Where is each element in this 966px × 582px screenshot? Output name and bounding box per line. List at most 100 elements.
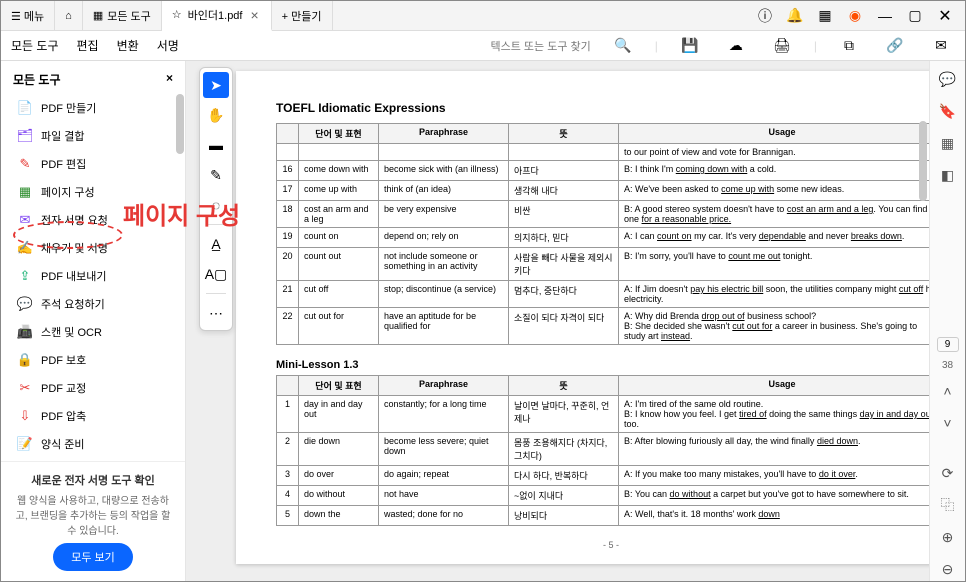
sidebar-item-icon: ✍ bbox=[17, 240, 33, 256]
menu-edit[interactable]: 편집 bbox=[77, 37, 99, 54]
sidebar-item-icon: 📄 bbox=[17, 100, 33, 116]
sidebar-item-label: 양식 준비 bbox=[41, 436, 85, 452]
sidebar-item-5[interactable]: ✍ 채우기 및 서명 bbox=[1, 234, 185, 262]
page-total: 38 bbox=[942, 360, 953, 371]
promo-body: 웹 양식을 사용하고, 대량으로 전송하고, 브랜딩을 추가하는 등의 작업을 … bbox=[15, 492, 171, 537]
table-1: 단어 및 표현Paraphrase뜻Usage to our point of … bbox=[276, 123, 929, 345]
sidebar-item-1[interactable]: 🗂 파일 결합 bbox=[1, 122, 185, 150]
share-icon[interactable]: ⧉ bbox=[835, 32, 863, 60]
sidebar-item-label: 전자 서명 요청 bbox=[41, 212, 108, 228]
sidebar-item-icon: 🔒 bbox=[17, 352, 33, 368]
sidebar-item-icon: ✂ bbox=[17, 380, 33, 396]
sidebar-promo: 새로운 전자 서명 도구 확인 웹 양식을 사용하고, 대량으로 전송하고, 브… bbox=[1, 461, 185, 581]
text-select-icon[interactable]: A▢ bbox=[203, 261, 229, 287]
select-tool-icon[interactable]: ➤ bbox=[203, 72, 229, 98]
sidebar-item-9[interactable]: 🔒 PDF 보호 bbox=[1, 346, 185, 374]
draw-tool-icon[interactable]: ✎ bbox=[203, 162, 229, 188]
erase-tool-icon[interactable]: ◌ bbox=[203, 192, 229, 218]
close-window-button[interactable]: ✕ bbox=[931, 2, 959, 30]
sidebar-item-label: PDF 압축 bbox=[41, 408, 86, 424]
sidebar-item-10[interactable]: ✂PDF 교정 bbox=[1, 374, 185, 402]
table-row: 2die downbecome less severe; quiet down몸… bbox=[277, 433, 930, 466]
document-view[interactable]: TOEFL Idiomatic Expressions 단어 및 표현Parap… bbox=[186, 61, 929, 581]
help-icon[interactable]: ⓘ bbox=[751, 2, 779, 30]
sidebar-item-icon: 📠 bbox=[17, 324, 33, 340]
sub-heading: Mini-Lesson 1.3 bbox=[276, 359, 929, 371]
page-number: - 5 - bbox=[276, 540, 929, 550]
doc-scrollbar[interactable] bbox=[917, 61, 929, 581]
sidebar-item-6[interactable]: ⇪PDF 내보내기 bbox=[1, 262, 185, 290]
menu-convert[interactable]: 변환 bbox=[117, 37, 139, 54]
sidebar-item-2[interactable]: ✎ PDF 편집 bbox=[1, 150, 185, 178]
all-tools-tab[interactable]: ▦ 모든 도구 bbox=[83, 1, 162, 31]
highlight-tool-icon[interactable]: ▬ bbox=[203, 132, 229, 158]
sidebar-item-icon: 📝 bbox=[17, 436, 33, 452]
sidebar-item-label: 채우기 및 서명 bbox=[41, 240, 108, 256]
table-row: 17come up withthink of (an idea)생각해 내다A:… bbox=[277, 181, 930, 201]
zoom-in-icon[interactable]: ⊕ bbox=[936, 525, 960, 549]
sidebar-item-8[interactable]: 📠 스캔 및 OCR bbox=[1, 318, 185, 346]
sidebar-scrollbar[interactable] bbox=[175, 94, 185, 461]
cloud-upload-icon[interactable]: ☁ bbox=[722, 32, 750, 60]
work-area: 모든 도구 × 📄PDF 만들기🗂파일 결합✎PDF 편집▦페이지 구성✉전자 … bbox=[1, 61, 965, 581]
layers-icon[interactable]: ◧ bbox=[936, 163, 960, 187]
sidebar-item-13[interactable]: ⇄PDF로 변환 bbox=[1, 458, 185, 461]
text-tool-icon[interactable]: A̲ bbox=[203, 231, 229, 257]
link-icon[interactable]: 🔗 bbox=[881, 32, 909, 60]
sidebar: 모든 도구 × 📄PDF 만들기🗂파일 결합✎PDF 편집▦페이지 구성✉전자 … bbox=[1, 61, 186, 581]
sidebar-item-0[interactable]: 📄 PDF 만들기 bbox=[1, 94, 185, 122]
sidebar-item-label: 파일 결합 bbox=[41, 128, 85, 144]
star-icon: ☆ bbox=[172, 8, 182, 21]
sidebar-item-icon: ✎ bbox=[17, 156, 33, 172]
hand-tool-icon[interactable]: ✋ bbox=[203, 102, 229, 128]
print-icon[interactable]: 🖨 bbox=[768, 32, 796, 60]
sidebar-item-3[interactable]: ▦ 페이지 구성 bbox=[1, 178, 185, 206]
tab-close-button[interactable]: × bbox=[248, 7, 260, 23]
bookmark-icon[interactable]: 🔖 bbox=[936, 99, 960, 123]
page-indicator[interactable]: 9 bbox=[937, 337, 959, 352]
sidebar-item-label: 스캔 및 OCR bbox=[41, 324, 102, 340]
table-row: 5down thewasted; done for no낭비되다A: Well,… bbox=[277, 506, 930, 526]
sidebar-item-label: PDF 편집 bbox=[41, 156, 86, 172]
page-fit-icon[interactable]: ⿻ bbox=[936, 493, 960, 517]
rotate-icon[interactable]: ⟳ bbox=[936, 461, 960, 485]
zoom-out-icon[interactable]: ⊖ bbox=[936, 557, 960, 581]
profile-icon[interactable]: ◉ bbox=[841, 2, 869, 30]
menu-button[interactable]: ☰ 메뉴 bbox=[1, 1, 55, 31]
nav-down-icon[interactable]: ˅ bbox=[936, 411, 960, 435]
sidebar-item-11[interactable]: ⇩PDF 압축 bbox=[1, 402, 185, 430]
minimize-button[interactable]: — bbox=[871, 2, 899, 30]
save-icon[interactable]: 💾 bbox=[676, 32, 704, 60]
home-button[interactable]: ⌂ bbox=[55, 1, 83, 31]
promo-button[interactable]: 모두 보기 bbox=[53, 543, 133, 571]
comment-icon[interactable]: 💬 bbox=[936, 67, 960, 91]
nav-up-icon[interactable]: ˄ bbox=[936, 379, 960, 403]
search-icon[interactable]: 🔍 bbox=[609, 32, 637, 60]
sidebar-item-label: 페이지 구성 bbox=[41, 184, 95, 200]
bell-icon[interactable]: 🔔 bbox=[781, 2, 809, 30]
sidebar-close-button[interactable]: × bbox=[166, 71, 173, 88]
sidebar-item-label: PDF 만들기 bbox=[41, 100, 96, 116]
sidebar-item-12[interactable]: 📝 양식 준비 bbox=[1, 430, 185, 458]
sidebar-item-4[interactable]: ✉전자 서명 요청 bbox=[1, 206, 185, 234]
apps-icon[interactable]: ▦ bbox=[811, 2, 839, 30]
table-row: 21cut offstop; discontinue (a service)멈추… bbox=[277, 281, 930, 308]
thumbnails-icon[interactable]: ▦ bbox=[936, 131, 960, 155]
document-tab-label: 바인더1.pdf bbox=[188, 7, 243, 23]
sidebar-item-icon: ▦ bbox=[17, 184, 33, 200]
menu-all-tools[interactable]: 모든 도구 bbox=[11, 37, 59, 54]
table-row: to our point of view and vote for Branni… bbox=[277, 144, 930, 161]
maximize-button[interactable]: ▢ bbox=[901, 2, 929, 30]
sidebar-item-label: PDF 보호 bbox=[41, 352, 86, 368]
more-tools-icon[interactable]: ⋯ bbox=[203, 300, 229, 326]
table-row: 19count ondepend on; rely on의지하다, 믿다A: I… bbox=[277, 228, 930, 248]
table-row: 4do withoutnot have~없이 지내다B: You can do … bbox=[277, 486, 930, 506]
table-2: 단어 및 표현Paraphrase뜻Usage 1day in and day … bbox=[276, 375, 929, 526]
new-tab-button[interactable]: + 만들기 bbox=[272, 1, 333, 31]
menu-sign[interactable]: 서명 bbox=[157, 37, 179, 54]
mail-icon[interactable]: ✉ bbox=[927, 32, 955, 60]
sidebar-item-label: 주석 요청하기 bbox=[41, 296, 105, 312]
sidebar-item-7[interactable]: 💬주석 요청하기 bbox=[1, 290, 185, 318]
document-tab[interactable]: ☆ 바인더1.pdf × bbox=[162, 1, 272, 31]
sidebar-item-icon: 🗂 bbox=[17, 128, 33, 144]
